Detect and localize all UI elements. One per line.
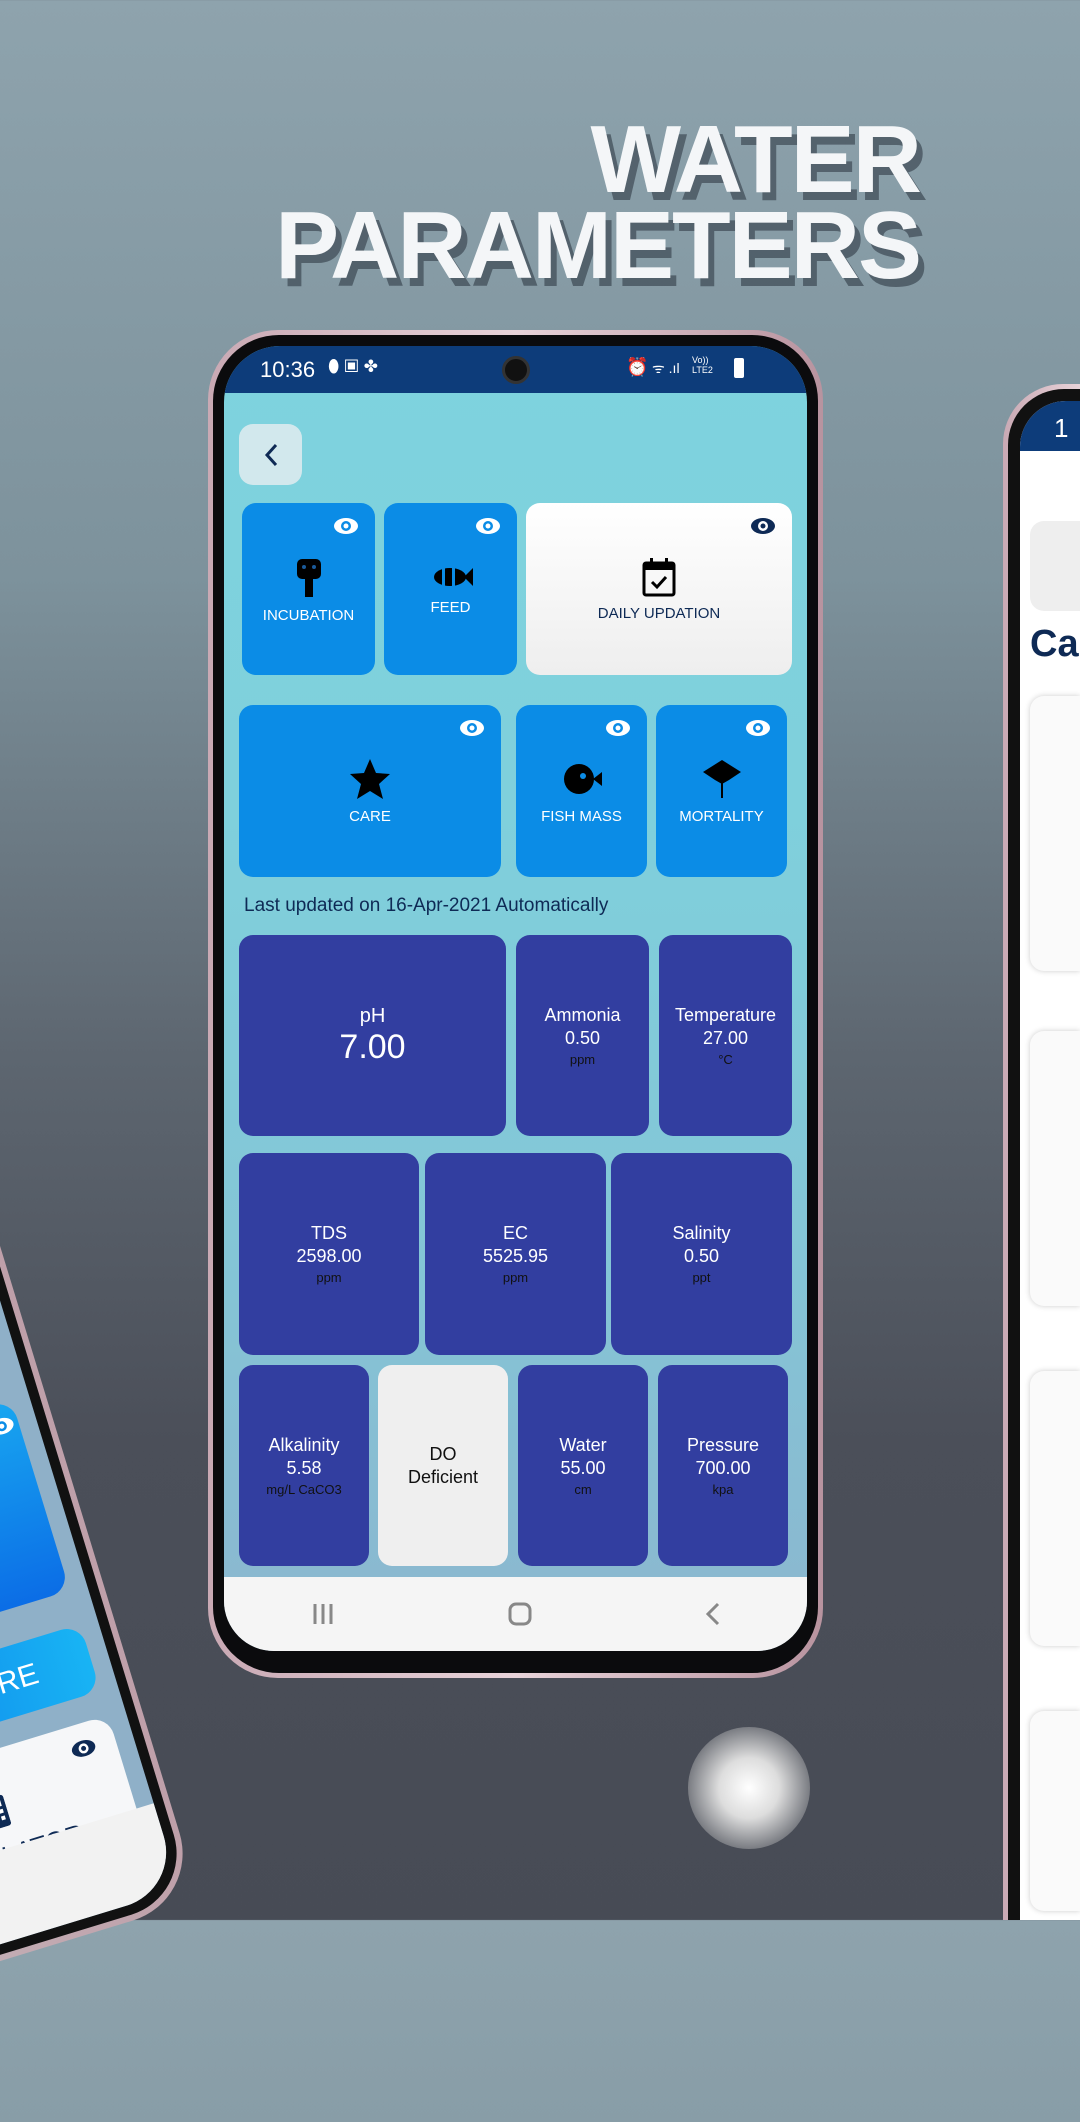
param-unit: kpa bbox=[712, 1481, 734, 1497]
eye-icon[interactable] bbox=[459, 719, 485, 737]
param-label: Water bbox=[559, 1434, 607, 1455]
mortality-tile[interactable]: MORTALITY bbox=[656, 705, 787, 877]
alarm-icon: ⏰ bbox=[626, 357, 649, 377]
param-value: 7.00 bbox=[339, 1027, 406, 1066]
eye-icon[interactable] bbox=[750, 517, 776, 535]
param-label: EC bbox=[502, 1223, 528, 1243]
battery-icon bbox=[734, 358, 744, 378]
param-salinity[interactable]: Salinity 0.50 ppt bbox=[611, 1153, 792, 1355]
param-unit: cm bbox=[574, 1481, 592, 1497]
param-unit: ppm bbox=[569, 1051, 596, 1067]
right-phone-card bbox=[1030, 1711, 1080, 1911]
tile-label: FISH MASS bbox=[541, 807, 622, 825]
left-phone-preview: ORE CALCULATOR ‹ bbox=[0, 1039, 200, 2122]
param-ammonia[interactable]: Ammonia 0.50 ppm bbox=[516, 935, 649, 1136]
param-value: 5525.95 bbox=[482, 1246, 549, 1266]
param-label: Alkalinity bbox=[268, 1434, 340, 1455]
param-value: 0.50 bbox=[564, 1027, 601, 1048]
right-phone-card bbox=[1030, 1371, 1080, 1646]
back-button[interactable] bbox=[239, 424, 302, 485]
starfish-icon bbox=[350, 758, 390, 799]
eye-icon bbox=[71, 1739, 96, 1757]
left-phone-navbar: ‹ bbox=[0, 1803, 181, 2103]
right-phone-back-button[interactable] bbox=[1030, 521, 1080, 611]
more-label: ORE bbox=[0, 1657, 43, 1708]
clownfish-icon bbox=[433, 567, 473, 586]
network-label: Vo)) LTE2 bbox=[692, 355, 713, 375]
app-screen: 10:36 ⬮ ▣ ✤ ⏰ ᯤ .ıl Vo)) LTE2 INCUBATION… bbox=[224, 346, 807, 1651]
right-phone-time: 1 bbox=[1054, 413, 1069, 443]
param-value: Deficient bbox=[407, 1466, 479, 1487]
last-updated-text: Last updated on 16-Apr-2021 Automaticall… bbox=[244, 895, 609, 916]
param-pressure[interactable]: Pressure 700.00 kpa bbox=[658, 1365, 788, 1566]
bubble-decoration bbox=[688, 1727, 810, 1849]
right-phone-heading: Ca bbox=[1030, 623, 1079, 665]
param-unit: ppt bbox=[692, 1270, 711, 1285]
eye-icon bbox=[0, 1417, 14, 1435]
system-nav-bar bbox=[224, 1577, 807, 1651]
param-unit: ppm bbox=[502, 1270, 529, 1285]
eye-icon[interactable] bbox=[745, 719, 771, 737]
stingray-icon bbox=[702, 759, 741, 798]
param-unit: mg/L CaCO3 bbox=[266, 1481, 342, 1497]
param-value: 2598.00 bbox=[296, 1246, 362, 1266]
main-phone: 10:36 ⬮ ▣ ✤ ⏰ ᯤ .ıl Vo)) LTE2 INCUBATION… bbox=[208, 330, 823, 1678]
right-phone-card bbox=[1030, 696, 1080, 971]
param-value: 700.00 bbox=[695, 1457, 751, 1478]
param-temperature[interactable]: Temperature 27.00 °C bbox=[659, 935, 792, 1136]
tile-label: MORTALITY bbox=[679, 807, 764, 825]
fish-mass-tile[interactable]: FISH MASS bbox=[516, 705, 647, 877]
param-label: TDS bbox=[311, 1223, 347, 1243]
param-water[interactable]: Water 55.00 cm bbox=[518, 1365, 648, 1566]
tile-label: CARE bbox=[349, 807, 391, 825]
notification-icons: ⬮ ▣ ✤ bbox=[328, 356, 378, 376]
care-tile[interactable]: CARE bbox=[239, 705, 501, 877]
param-do[interactable]: DO Deficient bbox=[378, 1365, 508, 1566]
calendar-check-icon bbox=[642, 557, 676, 596]
param-tds[interactable]: TDS 2598.00 ppm bbox=[239, 1153, 419, 1355]
right-phone-card bbox=[1030, 1031, 1080, 1306]
right-phone-preview: 1 Ca bbox=[1003, 384, 1080, 1920]
calculator-icon bbox=[0, 1794, 12, 1832]
param-label: Salinity bbox=[672, 1223, 731, 1243]
status-time: 10:36 bbox=[260, 357, 316, 382]
param-value: 55.00 bbox=[560, 1457, 606, 1478]
headline-line2: PARAMETERS bbox=[275, 192, 922, 299]
param-ph[interactable]: pH 7.00 bbox=[239, 935, 506, 1136]
param-label: pH bbox=[359, 1004, 386, 1027]
param-label: Pressure bbox=[686, 1434, 760, 1455]
front-camera bbox=[502, 356, 530, 384]
incubation-tile[interactable]: INCUBATION bbox=[242, 503, 375, 675]
param-ec[interactable]: EC 5525.95 ppm bbox=[425, 1153, 606, 1355]
param-label: Ammonia bbox=[544, 1004, 621, 1025]
param-value: 5.58 bbox=[286, 1457, 322, 1478]
recent-apps-icon[interactable] bbox=[311, 1602, 335, 1626]
back-nav-icon[interactable] bbox=[705, 1602, 721, 1626]
param-value: 27.00 bbox=[702, 1027, 749, 1048]
param-unit: ppm bbox=[316, 1270, 342, 1285]
feed-tile[interactable]: FEED bbox=[384, 503, 517, 675]
home-icon[interactable] bbox=[508, 1602, 532, 1626]
eye-icon[interactable] bbox=[475, 517, 501, 535]
incubator-icon bbox=[296, 558, 321, 597]
tile-label: INCUBATION bbox=[262, 606, 355, 624]
param-label: Temperature bbox=[674, 1004, 777, 1025]
param-alkalinity[interactable]: Alkalinity 5.58 mg/L CaCO3 bbox=[239, 1365, 369, 1566]
param-unit: °C bbox=[718, 1051, 733, 1067]
right-phone-statusbar: 1 bbox=[1020, 401, 1080, 451]
param-value: 0.50 bbox=[683, 1246, 720, 1266]
pufferfish-icon bbox=[563, 763, 602, 794]
eye-icon[interactable] bbox=[605, 719, 631, 737]
param-label: DO bbox=[429, 1443, 457, 1464]
eye-icon[interactable] bbox=[333, 517, 359, 535]
chevron-left-icon bbox=[264, 443, 277, 466]
status-bar: 10:36 ⬮ ▣ ✤ ⏰ ᯤ .ıl Vo)) LTE2 bbox=[224, 346, 807, 393]
signal-icons: ᯤ .ıl bbox=[652, 360, 680, 376]
tile-label: FEED bbox=[430, 598, 471, 616]
daily-updation-tile[interactable]: DAILY UPDATION bbox=[526, 503, 792, 675]
tile-label: DAILY UPDATION bbox=[597, 604, 721, 622]
